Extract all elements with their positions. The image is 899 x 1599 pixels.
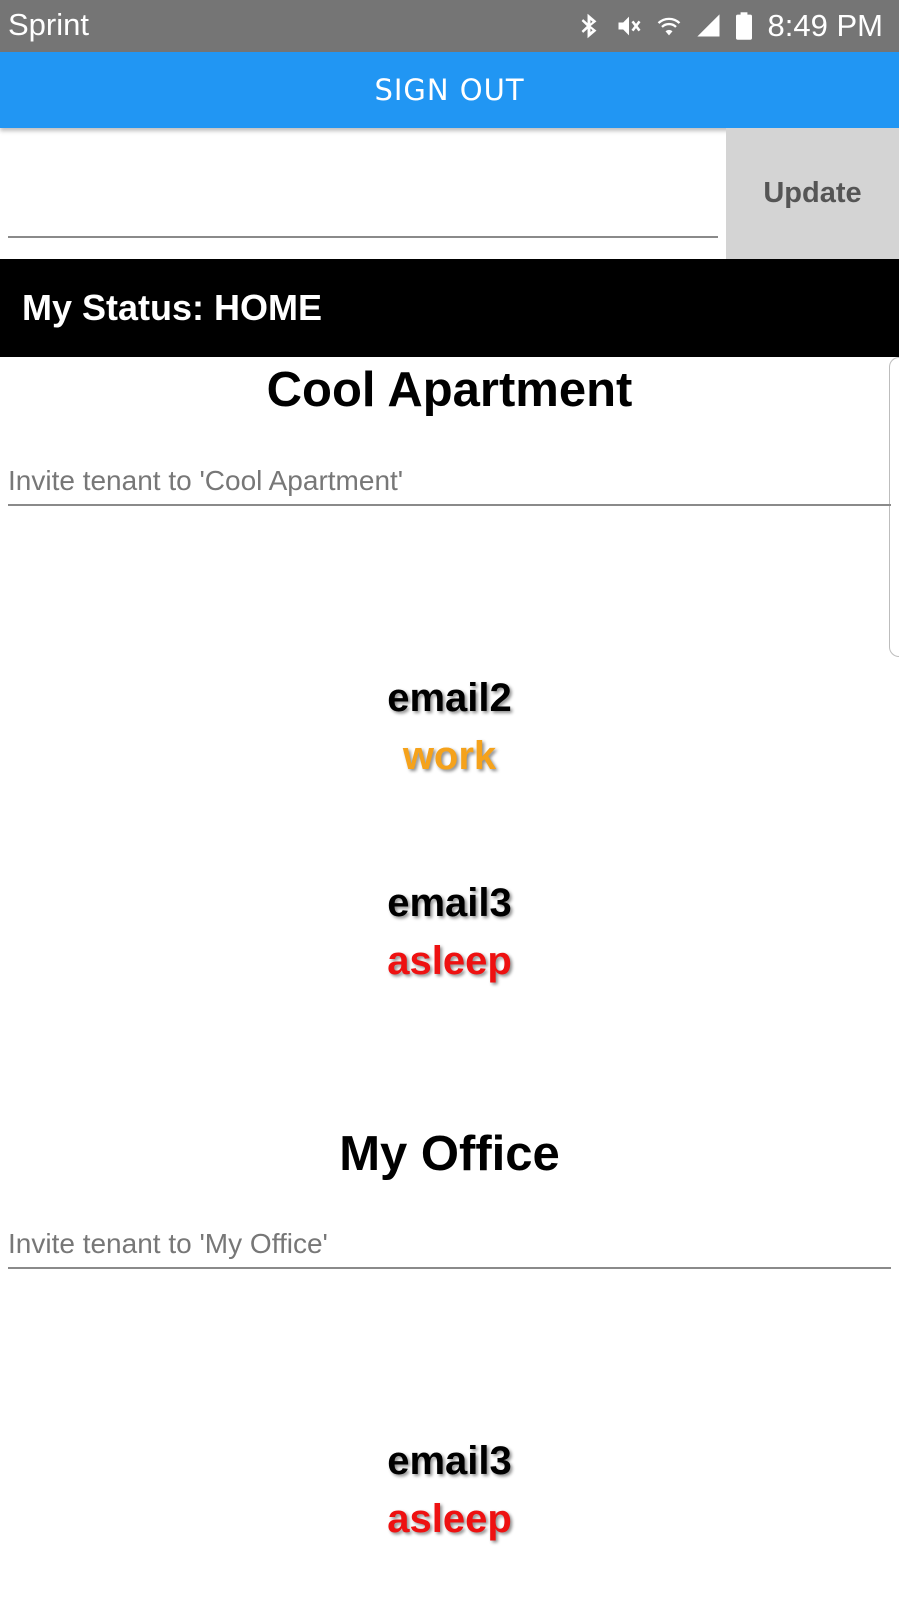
carrier-name: Sprint — [8, 7, 89, 42]
wifi-icon — [654, 8, 684, 44]
system-status-bar: Sprint 8:49 PM — [0, 0, 899, 52]
tenant-email: email3 — [387, 881, 512, 925]
update-button[interactable]: Update — [726, 128, 899, 259]
house-title: My Office — [339, 1127, 560, 1181]
tenant-status: asleep — [387, 939, 512, 983]
tenant-status: asleep — [387, 1497, 512, 1541]
tenant-email: email3 — [387, 1439, 512, 1483]
tenant-item: email3 asleep — [0, 1432, 899, 1548]
bluetooth-icon — [574, 8, 604, 44]
invite-tenant-input[interactable] — [8, 458, 891, 506]
status-input[interactable] — [8, 198, 718, 238]
battery-icon — [734, 8, 754, 44]
invite-tenant-input[interactable] — [8, 1221, 891, 1269]
status-input-container — [0, 128, 726, 259]
mute-icon — [614, 8, 644, 44]
status-icons: 8:49 PM — [574, 6, 883, 46]
sign-out-button[interactable]: SIGN OUT — [0, 52, 899, 128]
tenant-email: email2 — [387, 676, 512, 720]
signal-icon — [694, 8, 724, 44]
my-status-banner: My Status: HOME — [0, 259, 899, 357]
tenant-status: work — [402, 734, 497, 778]
my-status-text: My Status: HOME — [22, 287, 323, 328]
clock: 8:49 PM — [767, 8, 883, 43]
tenant-item: email2 work — [0, 669, 899, 785]
tenant-item: email3 asleep — [0, 874, 899, 990]
house-title: Cool Apartment — [266, 363, 633, 417]
